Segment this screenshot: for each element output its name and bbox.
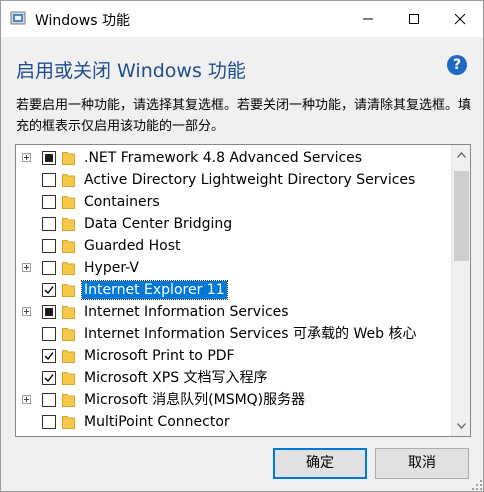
feature-row[interactable]: Microsoft Print to PDF [16, 345, 448, 367]
feature-row[interactable]: Containers [16, 191, 448, 213]
close-button[interactable] [437, 1, 483, 37]
maximize-icon [409, 14, 419, 24]
feature-row[interactable]: Internet Explorer 11 [16, 279, 448, 301]
folder-icon [62, 328, 75, 341]
feature-checkbox[interactable] [42, 393, 56, 407]
feature-checkbox[interactable] [42, 173, 56, 187]
feature-checkbox[interactable] [42, 151, 56, 165]
folder-icon [62, 196, 75, 209]
feature-row[interactable]: .NET Framework 4.8 Advanced Services [16, 147, 448, 169]
dialog-window: Windows 功能 启用或关闭 Windows 功能 ? 若要启用一种功能，请… [0, 0, 484, 492]
feature-checkbox[interactable] [42, 327, 56, 341]
folder-icon [62, 240, 75, 253]
feature-label: Containers [84, 194, 160, 210]
expand-icon[interactable] [22, 153, 31, 162]
folder-icon [62, 218, 75, 231]
folder-icon [62, 350, 75, 363]
vertical-scrollbar[interactable] [451, 145, 470, 436]
close-icon [454, 13, 466, 25]
checkmark-icon [44, 352, 54, 361]
feature-checkbox[interactable] [42, 261, 56, 275]
expand-icon[interactable] [22, 307, 31, 316]
feature-label: Hyper-V [84, 260, 139, 276]
feature-label: Internet Information Services 可承载的 Web 核… [84, 326, 417, 342]
folder-icon [62, 372, 75, 385]
scroll-up-button[interactable] [452, 145, 470, 165]
chevron-up-icon [457, 152, 466, 158]
feature-label: Active Directory Lightweight Directory S… [84, 172, 416, 188]
scrollbar-thumb[interactable] [454, 171, 469, 261]
folder-icon [62, 394, 75, 407]
expand-icon[interactable] [22, 395, 31, 404]
title-bar[interactable]: Windows 功能 [1, 1, 483, 37]
feature-checkbox[interactable] [42, 195, 56, 209]
checkmark-icon [44, 286, 54, 295]
feature-checkbox[interactable] [42, 305, 56, 319]
feature-row[interactable]: Microsoft XPS 文档写入程序 [16, 367, 448, 389]
minimize-button[interactable] [345, 1, 391, 37]
folder-icon [62, 152, 75, 165]
feature-row[interactable]: Hyper-V [16, 257, 448, 279]
folder-icon [62, 284, 75, 297]
feature-row[interactable]: Data Center Bridging [16, 213, 448, 235]
folder-icon [62, 306, 75, 319]
resize-grip-icon[interactable] [471, 479, 483, 491]
feature-checkbox[interactable] [42, 283, 56, 297]
help-icon[interactable]: ? [447, 55, 467, 75]
feature-label: Guarded Host [84, 238, 181, 254]
feature-checkbox[interactable] [42, 349, 56, 363]
feature-row[interactable] [16, 433, 448, 436]
feature-label: Internet Explorer 11 [81, 280, 228, 300]
feature-row[interactable]: Active Directory Lightweight Directory S… [16, 169, 448, 191]
feature-row[interactable]: Guarded Host [16, 235, 448, 257]
folder-icon [62, 262, 75, 275]
feature-label: Data Center Bridging [84, 216, 233, 232]
feature-label: Internet Information Services [84, 304, 289, 320]
feature-row[interactable]: Microsoft 消息队列(MSMQ)服务器 [16, 389, 448, 411]
folder-icon [62, 174, 75, 187]
scroll-down-button[interactable] [452, 416, 470, 436]
feature-row[interactable]: Internet Information Services 可承载的 Web 核… [16, 323, 448, 345]
folder-icon [62, 416, 75, 429]
features-tree[interactable]: .NET Framework 4.8 Advanced Services Acti… [15, 144, 471, 437]
feature-row[interactable]: Internet Information Services [16, 301, 448, 323]
feature-checkbox[interactable] [42, 371, 56, 385]
feature-checkbox[interactable] [42, 239, 56, 253]
instructions-text: 若要启用一种功能，请选择其复选框。若要关闭一种功能，请清除其复选框。填充的框表示… [16, 98, 472, 134]
feature-label: MultiPoint Connector [84, 414, 230, 430]
ok-button[interactable]: 确定 [273, 448, 367, 479]
expand-icon[interactable] [22, 263, 31, 272]
minimize-icon [363, 18, 373, 20]
window-title: Windows 功能 [35, 13, 130, 29]
feature-row[interactable]: MultiPoint Connector [16, 411, 448, 433]
cancel-button[interactable]: 取消 [375, 448, 469, 479]
checkmark-icon [44, 374, 54, 383]
maximize-button[interactable] [391, 1, 437, 37]
page-title: 启用或关闭 Windows 功能 [16, 60, 246, 82]
feature-label: Microsoft Print to PDF [84, 348, 235, 364]
feature-label: Microsoft XPS 文档写入程序 [84, 370, 268, 386]
feature-checkbox[interactable] [42, 217, 56, 231]
feature-label: Microsoft 消息队列(MSMQ)服务器 [84, 392, 306, 408]
feature-checkbox[interactable] [42, 415, 56, 429]
chevron-down-icon [457, 423, 466, 429]
windows-features-icon [10, 11, 26, 25]
feature-label: .NET Framework 4.8 Advanced Services [84, 150, 363, 166]
